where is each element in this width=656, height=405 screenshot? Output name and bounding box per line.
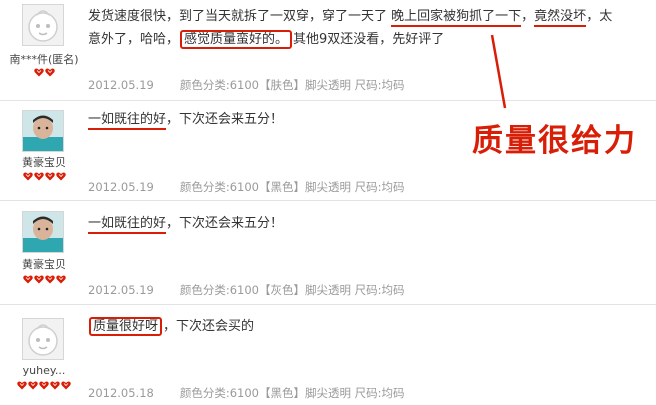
highlight-underline: 一如既往的好 (88, 216, 167, 234)
review-item: 南***件(匿名) 发货速度很快，到了当天就拆了一双穿，穿了一天了 晚上回家被狗… (0, 0, 656, 101)
reviewer-name[interactable]: yuhey... (0, 364, 88, 377)
red-heart-rank-icon (61, 381, 71, 390)
review-meta: 2012.05.18 颜色分类:6100【黑色】脚尖透明 尺码:均码 (88, 385, 405, 401)
review-meta: 2012.05.19 颜色分类:6100【灰色】脚尖透明 尺码:均码 (88, 282, 405, 298)
review-text-segment: ，下次还会来五分！ (166, 112, 284, 127)
red-heart-rank-icon (44, 172, 55, 181)
reviewer-name[interactable]: 南***件(匿名) (0, 51, 88, 67)
review-item: yuhey... 质量很好呀 ，下次还会买的 2012.05.18 颜色分类:610… (0, 305, 656, 405)
review-date: 2012.05.18 (88, 386, 154, 400)
review-date: 2012.05.19 (88, 283, 154, 297)
review-text-segment: 其他9双还没看，先好评了 (293, 32, 445, 47)
red-heart-rank-icon (28, 381, 38, 390)
reviewer-rank (0, 68, 88, 78)
review-text-segment: ，下次还会买的 (163, 319, 255, 334)
review-text-segment: ，太 (586, 9, 613, 24)
review-text: 一如既往的好，下次还会来五分！ (88, 109, 283, 131)
review-text: 发货速度很快，到了当天就拆了一双穿，穿了一天了 晚上回家被狗抓了一下，竟然没坏，… (88, 6, 612, 28)
red-heart-rank-icon (33, 68, 44, 77)
red-heart-rank-icon (50, 381, 60, 390)
reviewer-name[interactable]: 黄豪宝贝 (0, 154, 88, 170)
reviewer-rank (0, 275, 88, 285)
highlight-underline: 竟然没坏 (534, 9, 587, 27)
review-sku: 颜色分类:6100【肤色】脚尖透明 尺码:均码 (179, 78, 405, 92)
red-heart-rank-icon (39, 381, 49, 390)
review-date: 2012.05.19 (88, 78, 154, 92)
review-text-line-2: 意外了，哈哈， 感觉质量蛮好的。 其他9双还没看，先好评了 (88, 29, 444, 51)
red-heart-rank-icon (55, 275, 66, 284)
default-avatar-icon[interactable] (22, 4, 64, 46)
highlight-box: 感觉质量蛮好的。 (180, 30, 293, 49)
red-heart-rank-icon (44, 68, 55, 77)
highlight-box: 质量很好呀 (89, 317, 163, 336)
red-heart-rank-icon (33, 275, 44, 284)
review-text-segment: 意外了，哈哈， (88, 32, 180, 47)
red-heart-rank-icon (22, 275, 33, 284)
annotation-callout: 质量很给力 (472, 123, 637, 159)
review-sku: 颜色分类:6100【黑色】脚尖透明 尺码:均码 (179, 386, 405, 400)
reviewer-rank (0, 381, 88, 391)
highlight-underline: 一如既往的好 (88, 112, 167, 130)
highlight-underline: 晚上回家被狗抓了一下 (391, 9, 522, 27)
child-photo-avatar[interactable] (22, 110, 64, 152)
review-text: 一如既往的好，下次还会来五分！ (88, 213, 283, 235)
red-heart-rank-icon (44, 275, 55, 284)
child-photo-avatar[interactable] (22, 211, 64, 253)
review-text-segment: 发货速度很快，到了当天就拆了一双穿，穿了一天了 (88, 9, 392, 24)
reviewer-rank (0, 172, 88, 182)
reviewer-name[interactable]: 黄豪宝贝 (0, 256, 88, 272)
review-sku: 颜色分类:6100【黑色】脚尖透明 尺码:均码 (179, 180, 405, 194)
review-meta: 2012.05.19 颜色分类:6100【黑色】脚尖透明 尺码:均码 (88, 179, 405, 195)
red-heart-rank-icon (55, 172, 66, 181)
default-avatar-icon[interactable] (22, 318, 64, 360)
review-sku: 颜色分类:6100【灰色】脚尖透明 尺码:均码 (179, 283, 405, 297)
review-item: 黄豪宝贝 一如既往的好，下次还会来五分！ 2012.05.19 颜色分类:6100… (0, 201, 656, 305)
red-heart-rank-icon (33, 172, 44, 181)
review-text-segment: ，下次还会来五分！ (166, 216, 284, 231)
review-meta: 2012.05.19 颜色分类:6100【肤色】脚尖透明 尺码:均码 (88, 77, 405, 93)
review-text: 质量很好呀 ，下次还会买的 (88, 316, 254, 338)
red-heart-rank-icon (22, 172, 33, 181)
review-text-segment: ， (521, 9, 535, 24)
review-date: 2012.05.19 (88, 180, 154, 194)
red-heart-rank-icon (17, 381, 27, 390)
